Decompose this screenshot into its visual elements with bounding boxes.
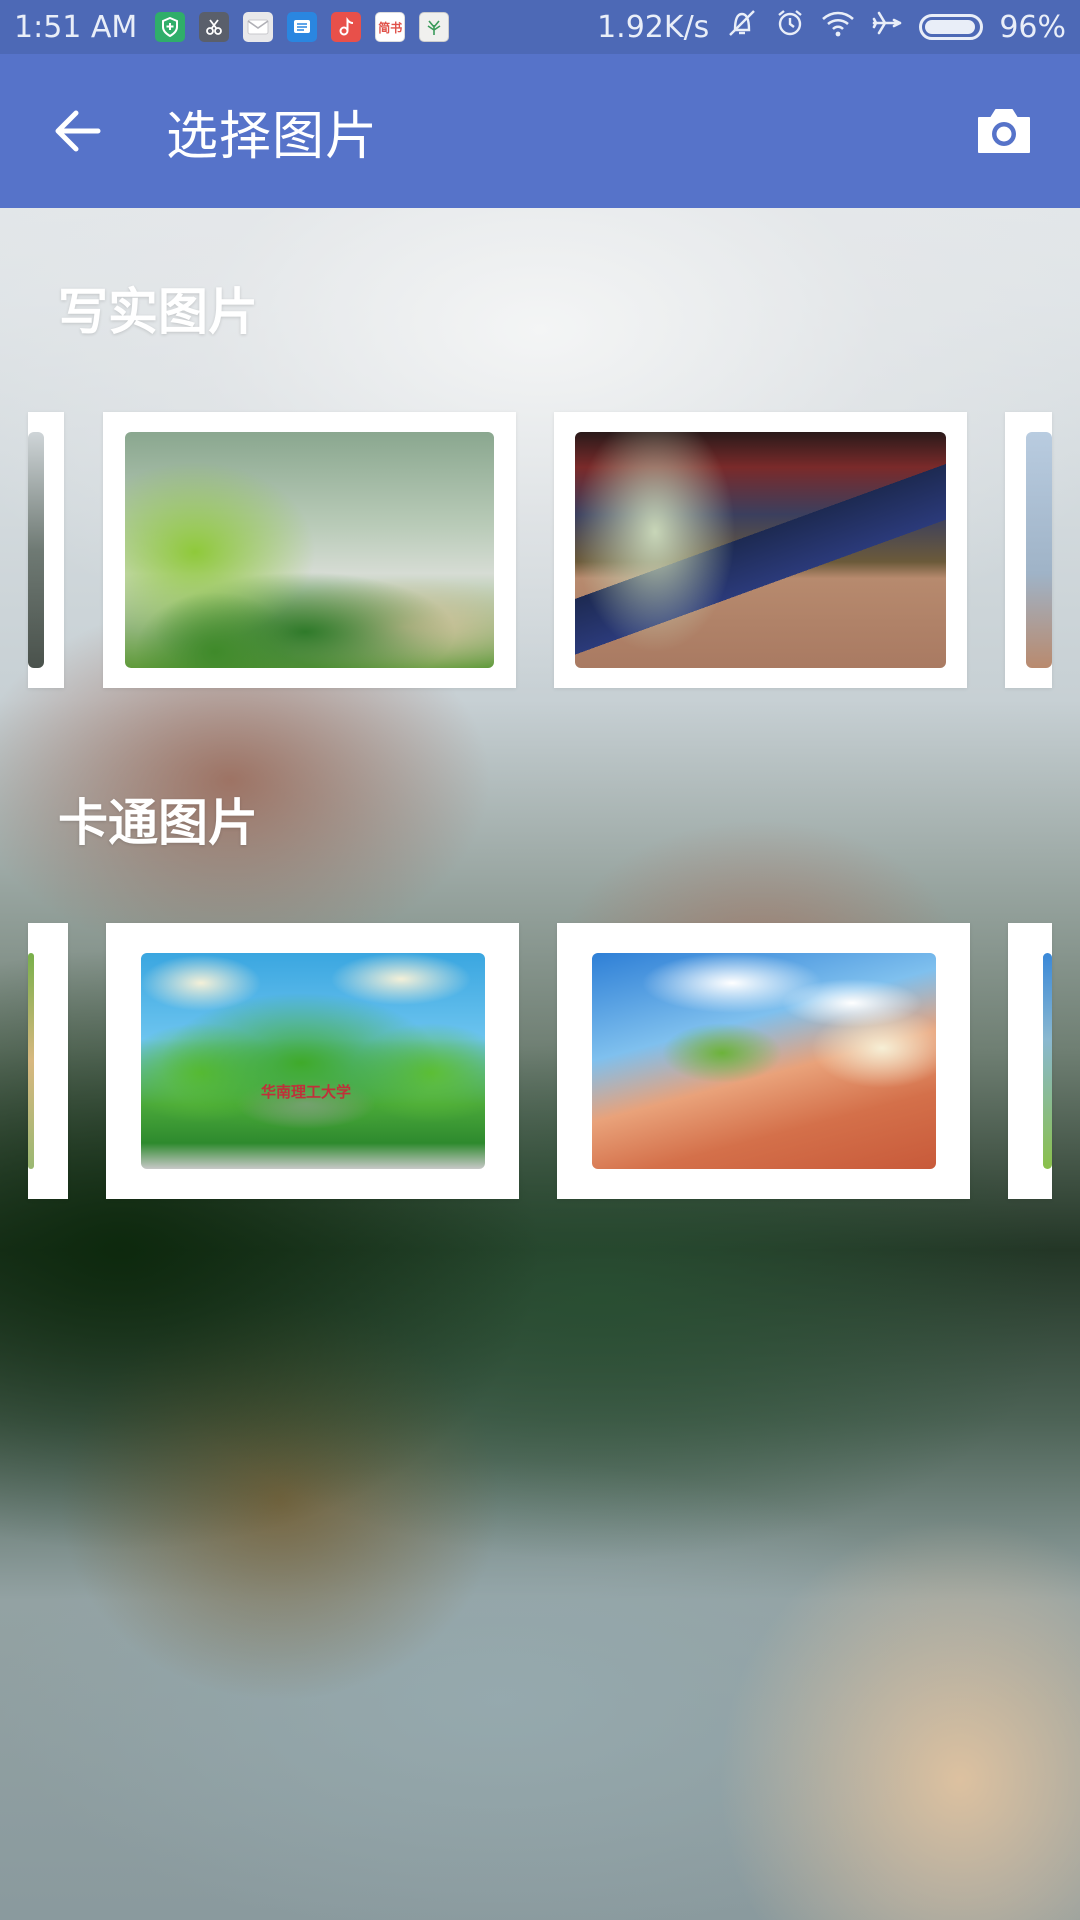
cartoon-image-strip[interactable]: 华南理工大学 [0, 923, 1080, 1199]
shield-app-icon [155, 12, 186, 42]
status-bar: 1:51 AM 简书 1.92K/s 96% [0, 0, 1080, 54]
image-card[interactable] [1008, 923, 1052, 1199]
back-button[interactable] [22, 76, 132, 186]
image-thumbnail [1026, 432, 1052, 668]
scissors-app-icon [199, 12, 230, 42]
image-card[interactable]: 华南理工大学 [106, 923, 519, 1199]
image-thumbnail [125, 432, 494, 668]
image-card[interactable] [557, 923, 970, 1199]
image-thumbnail [28, 432, 44, 668]
section-title-realistic: 写实图片 [58, 283, 258, 341]
wifi-icon [821, 9, 855, 45]
image-thumbnail: 华南理工大学 [141, 953, 485, 1169]
vibrate-off-icon [725, 8, 759, 46]
image-thumbnail [575, 432, 946, 668]
image-card[interactable] [28, 923, 68, 1199]
image-card[interactable] [554, 412, 967, 688]
cartoon-sign-text: 华南理工大学 [261, 1083, 352, 1101]
arrow-left-icon [55, 110, 101, 152]
mail-app-icon [243, 12, 274, 42]
camera-button[interactable] [954, 81, 1054, 181]
network-speed: 1.92K/s [597, 9, 710, 45]
image-thumbnail [1043, 953, 1052, 1169]
notification-icons: 简书 [155, 12, 450, 42]
status-time: 1:51 AM [14, 9, 138, 45]
realistic-image-strip[interactable] [0, 412, 1080, 688]
image-card[interactable] [28, 412, 64, 688]
battery-icon [919, 14, 984, 40]
camera-icon [978, 109, 1030, 153]
alarm-icon [775, 8, 805, 46]
messages-app-icon [287, 12, 318, 42]
battery-fill [925, 20, 976, 34]
page-title: 选择图片 [166, 106, 379, 167]
section-title-cartoon: 卡通图片 [58, 794, 258, 852]
image-card[interactable] [103, 412, 516, 688]
app-bar: 选择图片 [0, 54, 1080, 208]
leaf-app-icon [419, 12, 450, 42]
image-thumbnail [28, 953, 34, 1169]
image-thumbnail [592, 953, 936, 1169]
jianshu-app-icon: 简书 [375, 12, 406, 42]
image-card[interactable] [1005, 412, 1052, 688]
battery-percent: 96% [999, 9, 1066, 45]
music-app-icon [331, 12, 362, 42]
airplane-mode-icon [871, 8, 903, 46]
status-right: 1.92K/s 96% [597, 8, 1066, 46]
